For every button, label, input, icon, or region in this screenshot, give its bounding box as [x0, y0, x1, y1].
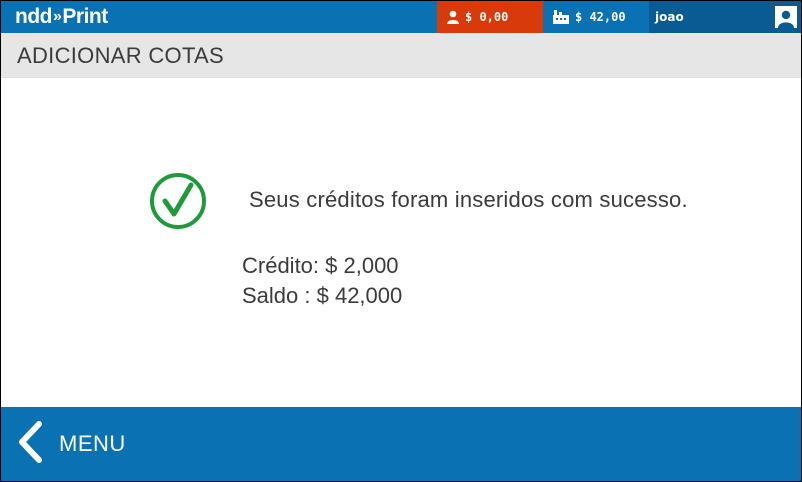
- top-bar: ndd » Print $ 0,00 $ 42,00 joao: [1, 1, 801, 33]
- chevron-left-icon: [17, 420, 43, 468]
- credit-amount: Crédito: $ 2,000: [242, 253, 399, 278]
- balance-amount: Saldo : $ 42,000: [242, 283, 403, 308]
- brand-logo: ndd » Print: [15, 5, 108, 29]
- check-circle-icon: [149, 172, 207, 235]
- user-balance[interactable]: $ 0,00: [437, 1, 543, 33]
- user-balance-value: $ 0,00: [465, 10, 509, 24]
- user-account[interactable]: joao: [649, 1, 801, 33]
- title-bar: ADICIONAR COTAS: [1, 33, 801, 78]
- menu-button[interactable]: MENU: [1, 407, 201, 481]
- success-message: Seus créditos foram inseridos com sucess…: [249, 187, 688, 212]
- app-window: ndd » Print $ 0,00 $ 42,00 joao ADICIONA…: [0, 0, 802, 482]
- logo-ndd: ndd: [15, 5, 52, 28]
- avatar-icon[interactable]: [775, 6, 797, 28]
- building-icon: [553, 10, 569, 24]
- bottom-bar: MENU: [1, 407, 801, 481]
- logo-chevron-icon: »: [52, 8, 62, 25]
- user-icon: [447, 10, 459, 24]
- company-balance[interactable]: $ 42,00: [543, 1, 649, 33]
- menu-label: MENU: [59, 431, 126, 456]
- logo-print: Print: [62, 5, 108, 28]
- company-balance-value: $ 42,00: [575, 10, 626, 24]
- page-title: ADICIONAR COTAS: [17, 43, 225, 68]
- username: joao: [655, 10, 684, 24]
